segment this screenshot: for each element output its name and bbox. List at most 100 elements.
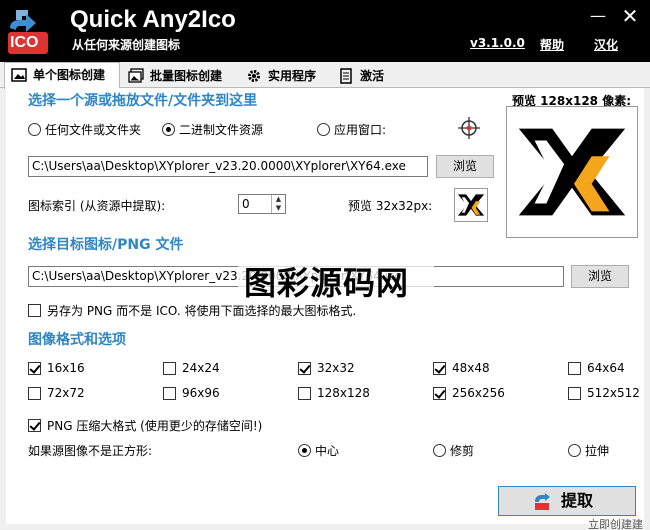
radio-fit-center[interactable]: 中心 [298, 442, 339, 459]
radio-label: 应用窗口: [334, 123, 387, 137]
target-browse-button[interactable]: 浏览 [571, 265, 629, 288]
radio-dot [162, 123, 175, 136]
checkbox-box [163, 386, 176, 400]
xyplorer-logo-small-icon [457, 194, 485, 216]
checkbox-label: 512x512 [587, 386, 640, 400]
tab-bar: 单个图标创建 批量图标创建 实用程序 激活 [0, 62, 650, 89]
source-path-input[interactable]: C:\Users\aa\Desktop\XYplorer_v23.20.0000… [28, 156, 428, 177]
tab-label: 激活 [360, 69, 385, 83]
extract-button[interactable]: 提取 [498, 486, 636, 516]
checkbox-label: 256x256 [452, 386, 505, 400]
stepper-up-icon[interactable]: ▲ [272, 195, 285, 204]
size-512-checkbox[interactable]: 512x512 [568, 386, 640, 400]
minimize-button[interactable]: — [586, 4, 610, 28]
checkbox-box [568, 386, 581, 400]
checkbox-label: 128x128 [317, 386, 370, 400]
image-icon [11, 68, 27, 82]
checkbox-box [28, 386, 41, 400]
help-link[interactable]: 帮助 [540, 36, 564, 53]
radio-dot [28, 123, 41, 136]
formats-section-title: 图像格式和选项 [28, 332, 126, 348]
size-24-checkbox[interactable]: 24x24 [163, 361, 220, 375]
radio-label: 拉伸 [585, 444, 610, 458]
tab-utilities[interactable]: 实用程序 [240, 64, 332, 88]
icon-index-value: 0 [242, 197, 250, 211]
preview-32 [454, 188, 488, 222]
save-as-png-checkbox[interactable]: 另存为 PNG 而不是 ICO. 将使用下面选择的最大图标格式. [28, 302, 356, 319]
checkbox-box [433, 386, 446, 400]
checkbox-label: 72x72 [47, 386, 85, 400]
preview-small-label: 预览 32x32px: [348, 199, 433, 213]
app-logo-text: ICO [10, 34, 39, 51]
app-title: Quick Any2Ico [70, 6, 236, 33]
checkbox-box [28, 361, 41, 375]
size-128-checkbox[interactable]: 128x128 [298, 386, 370, 400]
images-icon [128, 68, 144, 83]
tab-activation[interactable]: 激活 [332, 64, 396, 88]
radio-label: 修剪 [450, 444, 475, 458]
preview-128 [506, 106, 638, 238]
checkbox-label: PNG 压缩大格式 (使用更少的存储空间!) [47, 419, 263, 433]
document-icon [340, 68, 352, 84]
radio-label: 二进制文件资源 [179, 123, 264, 137]
radio-fit-stretch[interactable]: 拉伸 [568, 442, 609, 459]
version-link[interactable]: v3.1.0.0 [470, 36, 525, 50]
checkbox-box [298, 386, 311, 400]
radio-label: 任何文件或文件夹 [45, 123, 142, 137]
checkbox-box [28, 419, 41, 432]
radio-dot [298, 444, 311, 457]
source-section-title: 选择一个源或拖放文件/文件夹到这里 [28, 93, 258, 109]
stepper-down-icon[interactable]: ▼ [272, 204, 285, 213]
radio-dot [433, 444, 446, 457]
radio-dot [317, 123, 330, 136]
icon-index-label: 图标索引 (从资源中提取): [28, 199, 166, 213]
radio-app-window[interactable]: 应用窗口: [317, 121, 386, 138]
watermark-text: 图彩源码网 [244, 264, 410, 302]
checkbox-label: 另存为 PNG 而不是 ICO. 将使用下面选择的最大图标格式. [47, 304, 357, 318]
tab-label: 单个图标创建 [33, 68, 106, 82]
single-icon-panel: 选择一个源或拖放文件/文件夹到这里 任何文件或文件夹 二进制文件资源 应用窗口:… [6, 88, 644, 524]
size-72-checkbox[interactable]: 72x72 [28, 386, 85, 400]
radio-any-file[interactable]: 任何文件或文件夹 [28, 121, 141, 138]
checkbox-label: 16x16 [47, 361, 85, 375]
checkbox-label: 48x48 [452, 361, 490, 375]
size-64-checkbox[interactable]: 64x64 [568, 361, 625, 375]
size-32-checkbox[interactable]: 32x32 [298, 361, 355, 375]
tab-label: 实用程序 [268, 69, 317, 83]
checkbox-label: 64x64 [587, 361, 625, 375]
radio-fit-crop[interactable]: 修剪 [433, 442, 474, 459]
size-48-checkbox[interactable]: 48x48 [433, 361, 490, 375]
target-section-title: 选择目标图标/PNG 文件 [28, 237, 184, 253]
checkbox-box [28, 304, 41, 317]
checkbox-label: 96x96 [182, 386, 220, 400]
radio-dot [568, 444, 581, 457]
xyplorer-logo-icon [518, 128, 626, 216]
checkbox-box [568, 361, 581, 375]
radio-label: 中心 [315, 444, 340, 458]
checkbox-label: 32x32 [317, 361, 355, 375]
size-16-checkbox[interactable]: 16x16 [28, 361, 85, 375]
tab-single-icon[interactable]: 单个图标创建 [4, 62, 120, 89]
radio-binary-resource[interactable]: 二进制文件资源 [162, 121, 263, 138]
close-button[interactable]: ✕ [618, 4, 642, 28]
gear-icon [248, 70, 260, 82]
tab-label: 批量图标创建 [150, 69, 223, 83]
extract-label: 提取 [560, 491, 593, 510]
tab-batch-icon[interactable]: 批量图标创建 [122, 64, 240, 88]
checkbox-box [433, 361, 446, 375]
png-compress-checkbox[interactable]: PNG 压缩大格式 (使用更少的存储空间!) [28, 417, 262, 434]
corner-text: 立即创建建 [588, 518, 643, 530]
checkbox-box [163, 361, 176, 375]
title-bar: ICO Quick Any2Ico 从任何来源创建图标 — ✕ v3.1.0.0… [0, 0, 650, 62]
checkbox-label: 24x24 [182, 361, 220, 375]
crosshair-icon[interactable] [458, 117, 480, 139]
size-96-checkbox[interactable]: 96x96 [163, 386, 220, 400]
app-subtitle: 从任何来源创建图标 [72, 38, 181, 52]
checkbox-box [298, 361, 311, 375]
extract-icon [535, 493, 550, 510]
size-256-checkbox[interactable]: 256x256 [433, 386, 505, 400]
source-browse-button[interactable]: 浏览 [436, 155, 494, 178]
localize-link[interactable]: 汉化 [594, 36, 618, 53]
icon-index-stepper[interactable]: 0 ▲ ▼ [238, 194, 286, 214]
stepper-arrows[interactable]: ▲ ▼ [271, 195, 285, 213]
